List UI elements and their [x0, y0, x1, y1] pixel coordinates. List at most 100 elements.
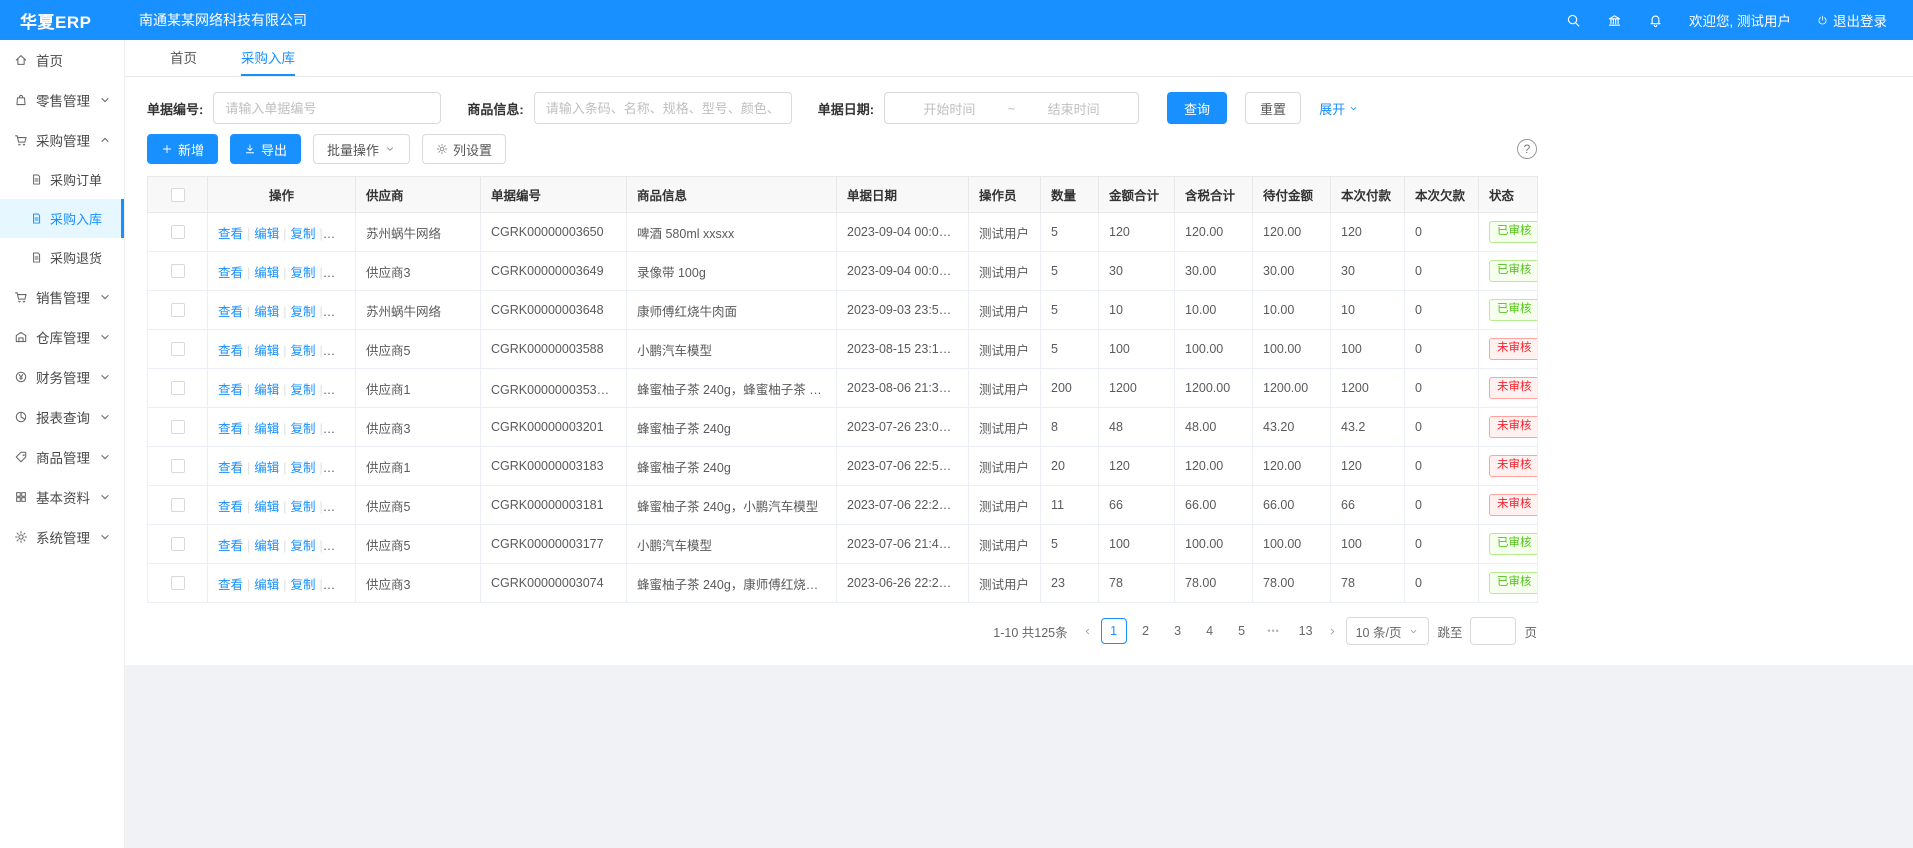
- logout-button[interactable]: 退出登录: [1817, 10, 1887, 30]
- cell-tax_total: 100.00: [1175, 330, 1253, 369]
- page-button-4[interactable]: 4: [1197, 618, 1223, 644]
- sidebar-subitem-label: 采购退货: [50, 248, 102, 267]
- row-checkbox[interactable]: [171, 459, 185, 473]
- batch-operations-button[interactable]: 批量操作: [313, 134, 410, 164]
- sidebar-item-label: 基本资料: [36, 487, 90, 507]
- action-copy[interactable]: 复制: [291, 539, 316, 553]
- action-copy[interactable]: 复制: [291, 383, 316, 397]
- help-icon[interactable]: ?: [1517, 139, 1537, 159]
- chevron-down-icon: [98, 330, 112, 344]
- action-view[interactable]: 查看: [218, 266, 243, 280]
- action-edit[interactable]: 编辑: [254, 383, 279, 397]
- base-icon: [14, 490, 28, 504]
- action-copy[interactable]: 复制: [291, 227, 316, 241]
- next-page-button[interactable]: [1327, 626, 1338, 637]
- action-view[interactable]: 查看: [218, 383, 243, 397]
- row-checkbox[interactable]: [171, 303, 185, 317]
- action-view[interactable]: 查看: [218, 422, 243, 436]
- sidebar-item-system[interactable]: 系统管理: [0, 517, 124, 557]
- row-checkbox[interactable]: [171, 342, 185, 356]
- sidebar-subitem-purchase-order[interactable]: 采购订单: [0, 160, 124, 199]
- action-copy[interactable]: 复制: [291, 422, 316, 436]
- action-edit[interactable]: 编辑: [254, 266, 279, 280]
- action-copy[interactable]: 复制: [291, 344, 316, 358]
- page-button-2[interactable]: 2: [1133, 618, 1159, 644]
- sidebar-item-retail[interactable]: 零售管理: [0, 80, 124, 120]
- sidebar-item-finance[interactable]: 财务管理: [0, 357, 124, 397]
- sidebar-item-warehouse[interactable]: 仓库管理: [0, 317, 124, 357]
- cell-amount: 100: [1099, 330, 1175, 369]
- action-edit[interactable]: 编辑: [254, 422, 279, 436]
- row-select-cell: [148, 564, 208, 603]
- sidebar-item-purchase[interactable]: 采购管理: [0, 120, 124, 160]
- row-checkbox[interactable]: [171, 576, 185, 590]
- row-checkbox[interactable]: [171, 225, 185, 239]
- sidebar-item-home[interactable]: 首页: [0, 40, 124, 80]
- action-copy[interactable]: 复制: [291, 578, 316, 592]
- action-copy[interactable]: 复制: [291, 305, 316, 319]
- action-view[interactable]: 查看: [218, 500, 243, 514]
- tab-home[interactable]: 首页: [170, 40, 197, 76]
- page-ellipsis[interactable]: •••: [1261, 618, 1287, 644]
- prev-page-button[interactable]: [1082, 626, 1093, 637]
- row-checkbox[interactable]: [171, 381, 185, 395]
- row-checkbox[interactable]: [171, 537, 185, 551]
- action-view[interactable]: 查看: [218, 578, 243, 592]
- action-separator: |: [247, 539, 250, 553]
- select-all-checkbox[interactable]: [171, 188, 185, 202]
- page-button-13[interactable]: 13: [1293, 618, 1319, 644]
- action-view[interactable]: 查看: [218, 344, 243, 358]
- page-button-1[interactable]: 1: [1101, 618, 1127, 644]
- chevron-down-icon: [98, 450, 112, 464]
- action-separator: |: [320, 305, 323, 319]
- action-edit[interactable]: 编辑: [254, 539, 279, 553]
- action-copy[interactable]: 复制: [291, 266, 316, 280]
- action-view[interactable]: 查看: [218, 539, 243, 553]
- sidebar-item-goods[interactable]: 商品管理: [0, 437, 124, 477]
- sidebar-item-sale[interactable]: 销售管理: [0, 277, 124, 317]
- export-button[interactable]: 导出: [230, 134, 301, 164]
- cell-operator: 测试用户: [969, 564, 1041, 603]
- column-settings-button[interactable]: 列设置: [422, 134, 506, 164]
- action-view[interactable]: 查看: [218, 227, 243, 241]
- action-view[interactable]: 查看: [218, 461, 243, 475]
- search-button[interactable]: 查询: [1167, 92, 1227, 124]
- tab-purchase-in[interactable]: 采购入库: [241, 40, 295, 76]
- sidebar-item-label: 商品管理: [36, 447, 90, 467]
- expand-link[interactable]: 展开: [1319, 99, 1359, 118]
- goods-info-input[interactable]: [534, 92, 792, 124]
- action-copy[interactable]: 复制: [291, 500, 316, 514]
- row-checkbox[interactable]: [171, 264, 185, 278]
- cell-date: 2023-09-04 00:04:46: [837, 213, 969, 252]
- add-button[interactable]: 新增: [147, 134, 218, 164]
- page-size-select[interactable]: 10 条/页: [1346, 617, 1430, 645]
- sidebar-subitem-purchase-in[interactable]: 采购入库: [0, 199, 124, 238]
- sidebar-subitem-purchase-return[interactable]: 采购退货: [0, 238, 124, 277]
- page-button-3[interactable]: 3: [1165, 618, 1191, 644]
- cell-bill_no: CGRK00000003648: [481, 291, 627, 330]
- row-checkbox[interactable]: [171, 498, 185, 512]
- sidebar-item-basedata[interactable]: 基本资料: [0, 477, 124, 517]
- cell-unpaid: 1200.00: [1253, 369, 1331, 408]
- action-view[interactable]: 查看: [218, 305, 243, 319]
- sidebar-item-report[interactable]: 报表查询: [0, 397, 124, 437]
- row-actions: 查看|编辑|复制|删除: [208, 486, 356, 525]
- row-checkbox[interactable]: [171, 420, 185, 434]
- bill-no-input[interactable]: [213, 92, 441, 124]
- search-icon[interactable]: [1566, 13, 1581, 28]
- jump-to-input[interactable]: [1470, 617, 1516, 645]
- cell-paid: 100: [1331, 330, 1405, 369]
- table-row: 查看|编辑|复制|删除供应商5CGRK00000003588小鹏汽车模型2023…: [148, 330, 1538, 369]
- action-edit[interactable]: 编辑: [254, 461, 279, 475]
- bell-icon[interactable]: [1648, 13, 1663, 28]
- bank-icon[interactable]: [1607, 13, 1622, 28]
- reset-button[interactable]: 重置: [1245, 92, 1301, 124]
- action-edit[interactable]: 编辑: [254, 227, 279, 241]
- page-button-5[interactable]: 5: [1229, 618, 1255, 644]
- action-edit[interactable]: 编辑: [254, 578, 279, 592]
- action-edit[interactable]: 编辑: [254, 500, 279, 514]
- date-range-picker[interactable]: 开始时间 ~ 结束时间: [884, 92, 1139, 124]
- action-edit[interactable]: 编辑: [254, 305, 279, 319]
- action-edit[interactable]: 编辑: [254, 344, 279, 358]
- action-copy[interactable]: 复制: [291, 461, 316, 475]
